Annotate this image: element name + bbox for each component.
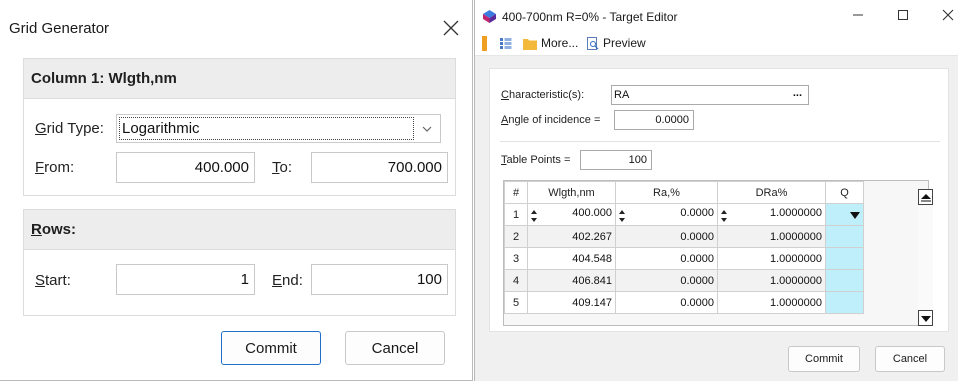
arrow-up-icon [921,194,931,202]
characteristic-field[interactable]: RA ... [611,85,809,105]
ra-cell[interactable]: 0.0000 [615,225,718,248]
end-label: End: [272,272,303,289]
dra-cell[interactable]: 1.0000000 [717,269,826,292]
wavelength-cell[interactable]: 406.841 [527,269,616,292]
column-section-heading: Column 1: Wlgth,nm [24,59,455,99]
wavelength-cell[interactable]: 400.000 [527,203,616,226]
spinner-icon[interactable] [530,209,538,223]
toolbar: More... Preview [475,32,958,56]
q-cell[interactable] [825,203,864,226]
dra-cell[interactable]: 1.0000000 [717,247,826,270]
arrow-down-icon [921,316,931,322]
ra-cell[interactable]: 0.0000 [615,247,718,270]
table-row: 3 404.548 0.0000 1.0000000 [504,247,864,270]
maximize-icon[interactable] [896,8,910,22]
end-input[interactable]: 100 [311,264,448,295]
q-cell[interactable] [825,291,864,314]
rows-section: Rows: [23,209,456,316]
table-points-input[interactable]: 100 [580,150,652,170]
preview-icon [587,37,599,50]
dialog-title-bar: Grid Generator [0,0,473,60]
preview-button[interactable]: Preview [603,36,646,50]
dialog-title: Grid Generator [9,20,110,37]
grid-type-select[interactable]: Logarithmic [116,114,441,143]
chevron-down-icon[interactable] [422,125,432,133]
close-icon[interactable] [440,17,462,39]
from-input[interactable]: 400.000 [116,152,255,183]
editor-panel: Characteristic(s): RA ... Angle of incid… [489,68,949,332]
start-input[interactable]: 1 [116,264,255,295]
wavelength-cell[interactable]: 409.147 [527,291,616,314]
grid-type-label: Grid Type: [35,120,104,137]
target-table: # Wlgth,nm Ra,% DRa% Q 1 400.000 0.0000 … [503,180,929,326]
scrollbar-track[interactable] [918,205,933,310]
spinner-icon[interactable] [618,209,626,223]
table-header-row: # Wlgth,nm Ra,% DRa% Q [504,181,864,204]
ra-cell[interactable]: 0.0000 [615,269,718,292]
close-icon[interactable] [941,8,955,22]
angle-input[interactable]: 0.0000 [614,110,694,130]
cancel-button[interactable]: Cancel [875,346,945,372]
column-header-q[interactable]: Q [825,181,864,204]
table-row: 1 400.000 0.0000 1.0000000 [504,203,864,226]
row-number: 2 [504,225,528,248]
scroll-up-button[interactable] [918,189,933,205]
window-title: 400-700nm R=0% - Target Editor [502,10,678,24]
window-title-bar: 400-700nm R=0% - Target Editor [475,0,958,32]
characteristic-label: Characteristic(s): [501,89,585,101]
commit-button[interactable]: Commit [221,331,321,365]
column-header-dra[interactable]: DRa% [717,181,826,204]
commit-button[interactable]: Commit [788,346,860,372]
table-points-label: Table Points = [501,154,571,166]
app-logo-icon [483,10,496,23]
rows-section-heading: Rows: [24,210,455,250]
wavelength-cell[interactable]: 402.267 [527,225,616,248]
dra-cell[interactable]: 1.0000000 [717,225,826,248]
browse-button[interactable]: ... [793,87,802,99]
more-button[interactable]: More... [541,36,578,50]
table-row: 5 409.147 0.0000 1.0000000 [504,291,864,314]
cancel-button[interactable]: Cancel [345,331,445,365]
target-editor-window: 400-700nm R=0% - Target Editor More... P… [474,0,958,381]
scroll-down-button[interactable] [918,310,933,326]
column-header-ra[interactable]: Ra,% [615,181,718,204]
spinner-icon[interactable] [720,209,728,223]
q-cell[interactable] [825,225,864,248]
ra-cell[interactable]: 0.0000 [615,203,718,226]
dropdown-arrow-icon[interactable] [850,212,860,219]
row-number: 1 [504,203,528,226]
grid-type-value: Logarithmic [119,117,414,140]
ra-cell[interactable]: 0.0000 [615,291,718,314]
row-number: 3 [504,247,528,270]
start-label: Start: [35,272,71,289]
column-header-wavelength[interactable]: Wlgth,nm [527,181,616,204]
toolbar-handle-icon [482,36,487,51]
minimize-icon[interactable] [851,8,865,22]
row-number: 4 [504,269,528,292]
dra-cell[interactable]: 1.0000000 [717,291,826,314]
column-header-number[interactable]: # [504,181,528,204]
wavelength-cell[interactable]: 404.548 [527,247,616,270]
q-cell[interactable] [825,247,864,270]
angle-label: Angle of incidence = [501,114,601,126]
folder-icon [523,39,537,50]
dra-cell[interactable]: 1.0000000 [717,203,826,226]
table-row: 4 406.841 0.0000 1.0000000 [504,269,864,292]
row-number: 5 [504,291,528,314]
to-label: To: [272,159,293,176]
characteristic-value: RA [614,89,630,101]
from-label: From: [35,159,75,176]
grid-view-icon[interactable] [500,38,512,49]
table-row: 2 402.267 0.0000 1.0000000 [504,225,864,248]
divider [500,141,940,142]
grid-generator-dialog: Grid Generator Column 1: Wlgth,nm Grid T… [0,0,473,381]
q-cell[interactable] [825,269,864,292]
to-input[interactable]: 700.000 [311,152,448,183]
